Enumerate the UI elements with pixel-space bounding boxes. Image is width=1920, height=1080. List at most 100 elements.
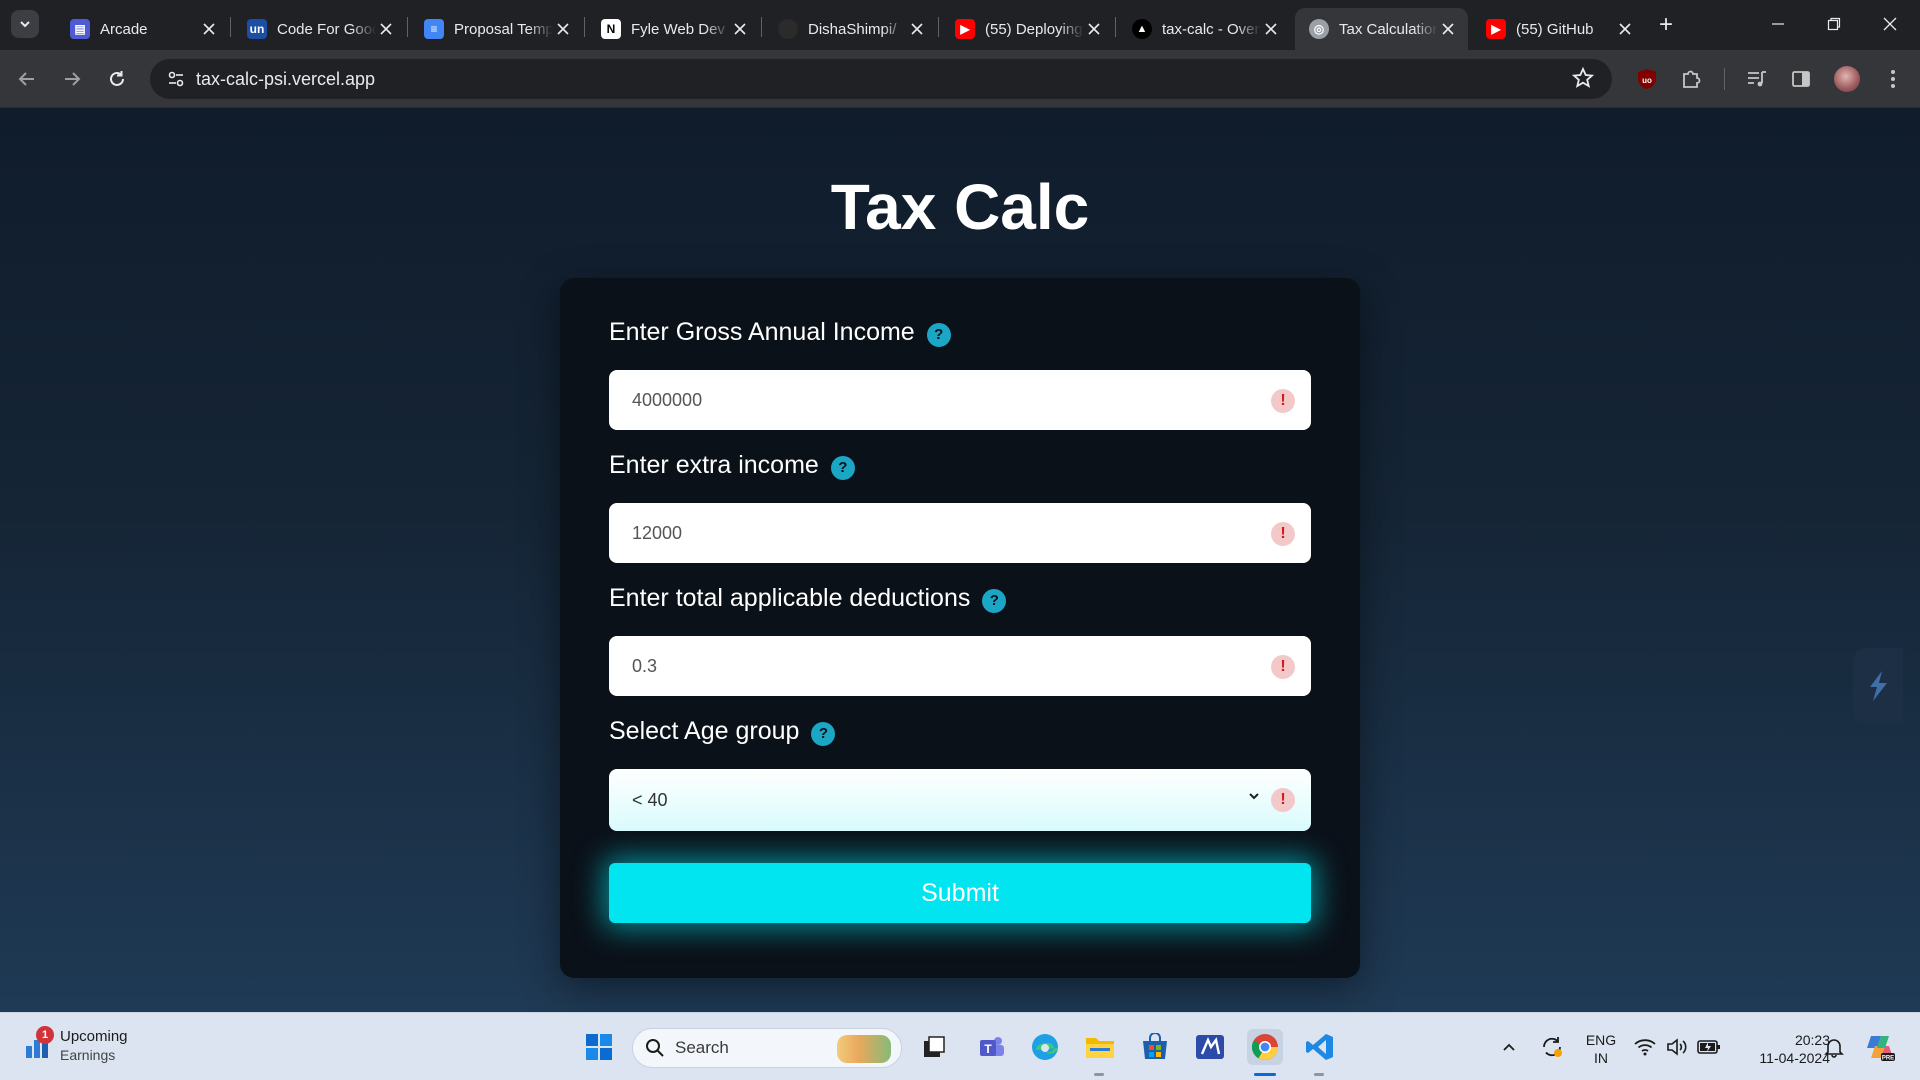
lightning-icon <box>1870 671 1887 701</box>
forward-button[interactable] <box>55 62 89 96</box>
gross-income-input[interactable]: 4000000 ! <box>609 370 1311 430</box>
edge-icon <box>1032 1034 1058 1060</box>
youtube-icon: ▶ <box>955 19 975 39</box>
ublock-icon: uo <box>1638 69 1656 89</box>
chrome-button[interactable] <box>1247 1029 1283 1065</box>
close-tab-icon[interactable] <box>199 19 219 39</box>
close-window-button[interactable] <box>1862 0 1918 48</box>
submit-button[interactable]: Submit <box>609 863 1311 923</box>
close-tab-icon[interactable] <box>1261 19 1281 39</box>
browser-tab[interactable]: N Fyle Web Dev <box>587 8 760 50</box>
microsoft-store-button[interactable] <box>1137 1029 1173 1065</box>
close-icon <box>1883 17 1897 31</box>
stylus-app-button[interactable] <box>1192 1029 1228 1065</box>
back-button[interactable] <box>10 62 44 96</box>
browser-tab[interactable]: un Code For Good <box>233 8 406 50</box>
browser-tab[interactable]: ▶ (55) Deploying <box>941 8 1114 50</box>
site-info-button[interactable] <box>156 59 196 99</box>
battery-charging-icon <box>1697 1040 1720 1054</box>
sync-status-button[interactable] <box>1536 1029 1568 1065</box>
error-icon[interactable]: ! <box>1271 788 1295 812</box>
bell-icon <box>1824 1039 1844 1058</box>
tab-title: Fyle Web Dev <box>631 20 725 38</box>
tab-title: Arcade <box>100 20 148 38</box>
browser-tab[interactable]: ▤ Arcade <box>56 8 229 50</box>
wifi-status[interactable] <box>1630 1029 1660 1065</box>
deductions-label-text: Enter total applicable deductions <box>609 584 971 612</box>
svg-text:uo: uo <box>1642 76 1652 85</box>
copilot-icon: PRE <box>1867 1036 1895 1062</box>
address-bar[interactable]: tax-calc-psi.vercel.app <box>150 59 1612 99</box>
browser-tab[interactable]: ≡ Proposal Template <box>410 8 583 50</box>
battery-status[interactable] <box>1694 1029 1724 1065</box>
help-icon[interactable]: ? <box>926 322 951 347</box>
age-group-label: Select Age group ? <box>609 717 836 746</box>
help-icon[interactable]: ? <box>830 455 855 480</box>
svg-text:T: T <box>984 1042 992 1056</box>
volume-status[interactable] <box>1662 1029 1692 1065</box>
file-explorer-button[interactable] <box>1082 1029 1118 1065</box>
search-icon <box>646 1039 664 1057</box>
reload-button[interactable] <box>100 62 134 96</box>
extra-income-input[interactable]: 12000 ! <box>609 503 1311 563</box>
tab-search-button[interactable] <box>11 10 39 38</box>
clock[interactable]: 20:23 11-04-2024 <box>1734 1031 1830 1067</box>
sync-icon <box>1543 1037 1562 1057</box>
help-icon[interactable]: ? <box>982 588 1007 613</box>
help-icon[interactable]: ? <box>811 721 836 746</box>
age-group-select[interactable]: < 40 ! <box>609 769 1311 831</box>
error-icon[interactable]: ! <box>1271 389 1295 413</box>
tab-divider <box>230 17 231 37</box>
windows-taskbar: 1 Upcoming Earnings Search T ENG IN 20:2… <box>0 1012 1920 1080</box>
side-panel-button[interactable] <box>1786 64 1816 94</box>
close-tab-icon[interactable] <box>907 19 927 39</box>
chevron-down-icon <box>1247 787 1261 808</box>
start-button[interactable] <box>581 1029 617 1065</box>
browser-tab[interactable]: ▶ (55) GitHub <box>1472 8 1645 50</box>
copilot-button[interactable]: PRE <box>1862 1029 1898 1065</box>
close-tab-icon[interactable] <box>1084 19 1104 39</box>
close-tab-icon[interactable] <box>553 19 573 39</box>
error-icon[interactable]: ! <box>1271 655 1295 679</box>
chevron-down-icon <box>20 21 30 28</box>
weather-widget[interactable]: 1 Upcoming Earnings <box>24 1026 128 1065</box>
ublock-extension-button[interactable]: uo <box>1632 64 1662 94</box>
new-tab-button[interactable]: + <box>1652 11 1680 39</box>
notifications-button[interactable] <box>1818 1029 1850 1065</box>
floating-extension-widget[interactable] <box>1853 648 1903 724</box>
tab-title: Code For Good <box>277 20 376 38</box>
error-icon[interactable]: ! <box>1271 522 1295 546</box>
restore-button[interactable] <box>1806 0 1862 48</box>
task-view-icon <box>924 1036 945 1057</box>
extensions-button[interactable] <box>1676 64 1706 94</box>
pen-app-icon <box>1196 1035 1224 1059</box>
taskbar-search[interactable]: Search <box>632 1028 902 1068</box>
profile-button[interactable] <box>1832 64 1862 94</box>
teams-button[interactable]: T <box>974 1029 1010 1065</box>
edge-button[interactable] <box>1027 1029 1063 1065</box>
globe-icon: ◎ <box>1309 19 1329 39</box>
stocks-icon: 1 <box>24 1026 54 1060</box>
language-indicator[interactable]: ENG IN <box>1582 1031 1620 1067</box>
close-tab-icon[interactable] <box>376 19 396 39</box>
vscode-button[interactable] <box>1302 1029 1338 1065</box>
minimize-button[interactable] <box>1750 0 1806 48</box>
search-highlight-icon <box>837 1035 891 1063</box>
browser-tab[interactable]: ◎ Tax Calculation <box>1295 8 1468 50</box>
gross-income-label-text: Enter Gross Annual Income <box>609 318 915 346</box>
deductions-input[interactable]: 0.3 ! <box>609 636 1311 696</box>
speaker-icon <box>1667 1038 1687 1056</box>
browser-tab[interactable]: DishaShimpi/ <box>764 8 937 50</box>
chevron-up-icon <box>1503 1043 1515 1051</box>
close-tab-icon[interactable] <box>1438 19 1458 39</box>
task-view-button[interactable] <box>916 1029 952 1065</box>
browser-tab[interactable]: ▲ tax-calc - Overview <box>1118 8 1291 50</box>
show-hidden-icons-button[interactable] <box>1494 1029 1524 1065</box>
extra-income-label: Enter extra income ? <box>609 451 855 480</box>
url-text[interactable]: tax-calc-psi.vercel.app <box>196 69 375 90</box>
bookmark-star-icon[interactable] <box>1571 66 1595 94</box>
media-controls-button[interactable] <box>1742 64 1772 94</box>
close-tab-icon[interactable] <box>1615 19 1635 39</box>
browser-menu-button[interactable] <box>1878 64 1908 94</box>
close-tab-icon[interactable] <box>730 19 750 39</box>
